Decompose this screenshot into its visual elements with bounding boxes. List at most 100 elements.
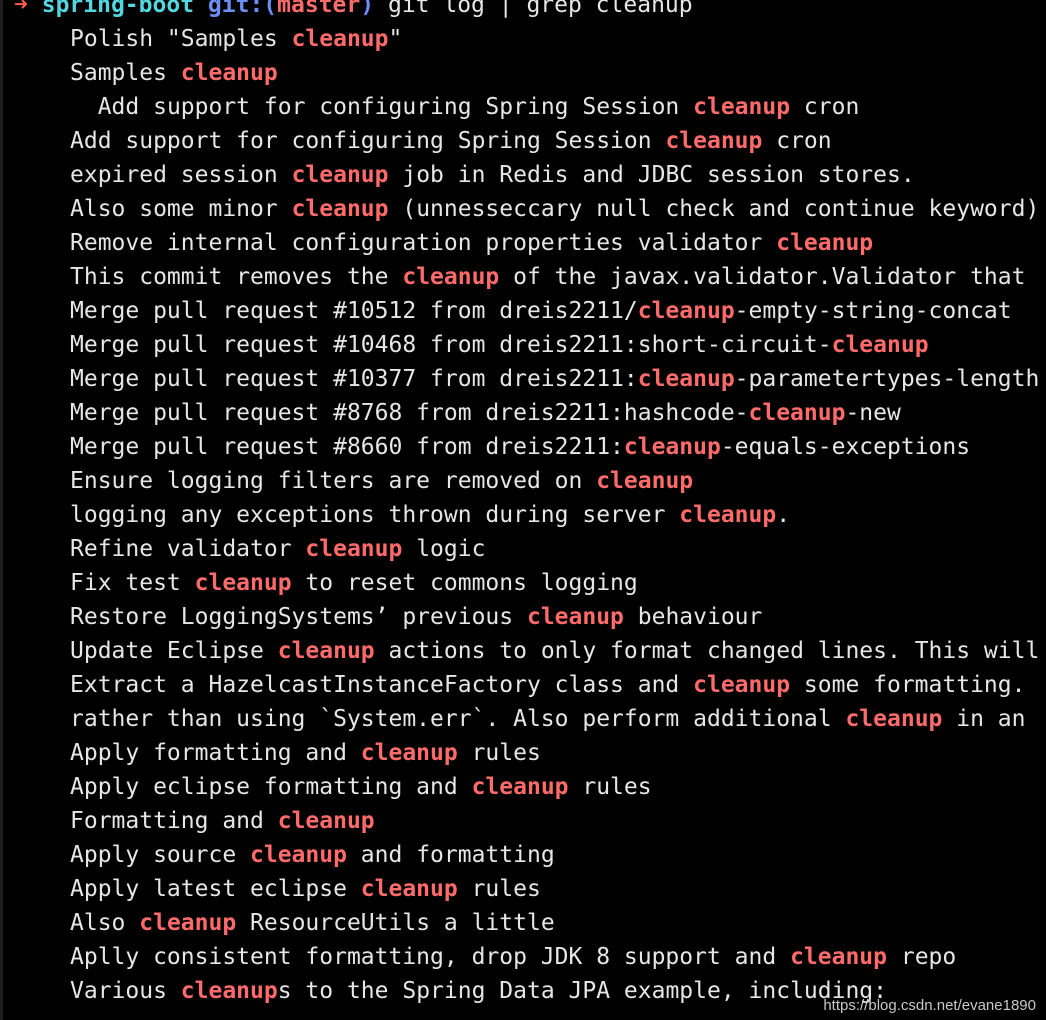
grep-match-highlight: cleanup xyxy=(360,740,458,766)
prompt-command: git log | grep cleanup xyxy=(387,0,693,18)
grep-result-line: Merge pull request #8768 from dreis2211:… xyxy=(0,396,1039,430)
grep-result-line: Polish "Samples cleanup" xyxy=(0,22,1039,56)
grep-match-highlight: cleanup xyxy=(665,128,763,154)
grep-match-highlight: cleanup xyxy=(277,808,375,834)
grep-match-highlight: cleanup xyxy=(693,672,791,698)
grep-match-highlight: cleanup xyxy=(180,60,278,86)
grep-result-line: Ensure logging filters are removed on cl… xyxy=(0,464,1039,498)
grep-result-line: Refine validator cleanup logic xyxy=(0,532,1039,566)
line-text-after: cron xyxy=(790,94,860,120)
grep-match-highlight: cleanup xyxy=(526,604,624,630)
line-text-before: Apply source xyxy=(70,842,251,868)
grep-match-highlight: cleanup xyxy=(291,162,389,188)
line-text-after: ResourceUtils a little xyxy=(236,910,555,936)
prompt-branch: master xyxy=(277,0,361,18)
line-text-before: Also some minor xyxy=(70,196,292,222)
line-text-before: Merge pull request #8768 from dreis2211:… xyxy=(70,400,749,426)
grep-result-line: rather than using `System.err`. Also per… xyxy=(0,702,1039,736)
line-text-before: Remove internal configuration properties… xyxy=(70,230,777,256)
grep-result-line: Samples cleanup xyxy=(0,56,1039,90)
grep-match-highlight: cleanup xyxy=(790,944,887,970)
line-text-before: Merge pull request #10468 from dreis2211… xyxy=(70,332,832,358)
grep-result-line: Add support for configuring Spring Sessi… xyxy=(0,124,1039,158)
grep-match-highlight: cleanup xyxy=(776,230,874,256)
line-text-after: in an xyxy=(942,706,1026,732)
terminal-output: ➜ spring-boot git:(master) git log | gre… xyxy=(0,0,1039,1008)
line-text-before: Polish "Samples xyxy=(70,26,292,52)
line-text-before: logging any exceptions thrown during ser… xyxy=(70,502,680,528)
prompt-git-close: ) xyxy=(360,0,375,18)
line-text-after: -parametertypes-length xyxy=(734,366,1040,392)
line-text-before: Restore LoggingSystems’ previous xyxy=(70,604,527,630)
line-text-before: Refine validator xyxy=(70,536,306,562)
line-text-after: rules xyxy=(568,774,652,800)
line-text-after: logic xyxy=(402,536,486,562)
line-text-before: Add support for configuring Spring Sessi… xyxy=(97,94,694,120)
grep-match-highlight: cleanup xyxy=(831,332,929,358)
line-text-after: and formatting xyxy=(346,842,555,868)
line-text-after: . xyxy=(776,502,791,528)
line-text-before: Merge pull request #10512 from dreis2211… xyxy=(70,298,638,324)
grep-match-highlight: cleanup xyxy=(291,26,389,52)
line-text-before: Add support for configuring Spring Sessi… xyxy=(70,128,666,154)
line-text-before: This commit removes the xyxy=(70,264,403,290)
grep-match-highlight: cleanup xyxy=(305,536,403,562)
grep-match-highlight: cleanup xyxy=(360,876,458,902)
line-text-after: -equals-exceptions xyxy=(720,434,971,460)
line-text-before: Various xyxy=(70,978,181,1004)
line-text-before: Merge pull request #10377 from dreis2211… xyxy=(70,366,638,392)
line-text-before: Also xyxy=(70,910,140,936)
grep-result-line: Merge pull request #10377 from dreis2211… xyxy=(0,362,1039,396)
grep-result-line: expired session cleanup job in Redis and… xyxy=(0,158,1039,192)
grep-match-highlight: cleanup xyxy=(637,366,735,392)
grep-results: Polish "Samples cleanup" Samples cleanup … xyxy=(0,22,1039,1008)
grep-result-line: Apply eclipse formatting and cleanup rul… xyxy=(0,770,1039,804)
grep-result-line: Merge pull request #8660 from dreis2211:… xyxy=(0,430,1039,464)
line-text-after: of the javax.validator.Validator that xyxy=(499,264,1026,290)
grep-result-line: Also cleanup ResourceUtils a little xyxy=(0,906,1039,940)
grep-match-highlight: cleanup xyxy=(623,434,721,460)
line-text-after: rules xyxy=(457,740,541,766)
grep-result-line: Merge pull request #10468 from dreis2211… xyxy=(0,328,1039,362)
line-text-before: Formatting and xyxy=(70,808,278,834)
line-text-after: actions to only format changed lines. Th… xyxy=(374,638,1040,664)
grep-result-line: Restore LoggingSystems’ previous cleanup… xyxy=(0,600,1039,634)
grep-result-line: Aplly consistent formatting, drop JDK 8 … xyxy=(0,940,1039,974)
line-text-after: (unnesseccary null check and continue ke… xyxy=(388,196,1040,222)
line-text-before: Apply formatting and xyxy=(70,740,361,766)
grep-result-line: Fix test cleanup to reset commons loggin… xyxy=(0,566,1039,600)
line-text-after: -empty-string-concat xyxy=(734,298,1012,324)
grep-result-line: Extract a HazelcastInstanceFactory class… xyxy=(0,668,1039,702)
line-text-before: rather than using `System.err`. Also per… xyxy=(70,706,846,732)
line-text-after: repo xyxy=(887,944,957,970)
grep-match-highlight: cleanup xyxy=(250,842,347,868)
grep-result-line: logging any exceptions thrown during ser… xyxy=(0,498,1039,532)
line-text-after: behaviour xyxy=(623,604,763,630)
line-text-after: some formatting. xyxy=(790,672,1026,698)
grep-result-line: Apply formatting and cleanup rules xyxy=(0,736,1039,770)
line-text-before: Aplly consistent formatting, drop JDK 8 … xyxy=(70,944,791,970)
prompt-git-label: git:( xyxy=(207,0,278,18)
grep-result-line: Update Eclipse cleanup actions to only f… xyxy=(0,634,1039,668)
terminal-window[interactable]: ➜ spring-boot git:(master) git log | gre… xyxy=(0,0,1046,1020)
line-text-after: " xyxy=(388,26,403,52)
line-text-before: Update Eclipse xyxy=(70,638,278,664)
grep-result-line: Remove internal configuration properties… xyxy=(0,226,1039,260)
grep-match-highlight: cleanup xyxy=(291,196,389,222)
line-text-before: Apply latest eclipse xyxy=(70,876,361,902)
line-text-before: Extract a HazelcastInstanceFactory class… xyxy=(70,672,694,698)
grep-match-highlight: cleanup xyxy=(277,638,375,664)
line-text-after: job in Redis and JDBC session stores. xyxy=(388,162,915,188)
grep-match-highlight: cleanup xyxy=(679,502,777,528)
prompt-directory: spring-boot xyxy=(41,0,195,18)
grep-result-line: Apply latest eclipse cleanup rules xyxy=(0,872,1039,906)
grep-match-highlight: cleanup xyxy=(596,468,694,494)
grep-result-line: Formatting and cleanup xyxy=(0,804,1039,838)
shell-prompt-line: ➜ spring-boot git:(master) git log | gre… xyxy=(0,0,1039,22)
grep-result-line: Also some minor cleanup (unnesseccary nu… xyxy=(0,192,1039,226)
grep-result-line: Apply source cleanup and formatting xyxy=(0,838,1039,872)
line-text-after: s to the Spring Data JPA example, includ… xyxy=(277,978,887,1004)
grep-match-highlight: cleanup xyxy=(845,706,943,732)
grep-result-line: Add support for configuring Spring Sessi… xyxy=(0,90,1039,124)
